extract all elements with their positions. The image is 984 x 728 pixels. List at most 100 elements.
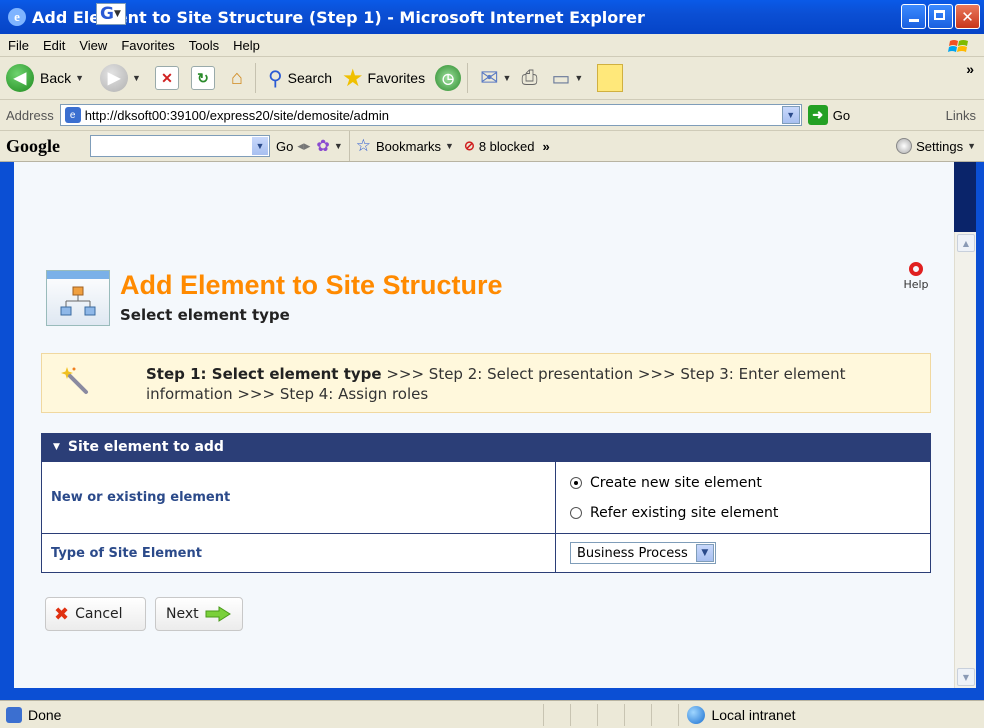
chevron-down-icon: ▼ [502,73,512,83]
radio-create-new[interactable]: Create new site element [570,468,929,498]
minimize-button[interactable] [901,4,926,29]
google-search-input[interactable]: ▼ [90,135,270,157]
back-label: Back [40,70,72,86]
menu-help[interactable]: Help [226,38,267,53]
site-structure-icon [46,270,110,326]
element-form: New or existing element Create new site … [41,461,931,573]
menu-bar: File Edit View Favorites Tools Help [0,34,984,57]
window-frame-left [0,162,14,688]
menu-tools[interactable]: Tools [182,38,226,53]
address-bar: Address e http://dksoft00:39100/express2… [0,100,984,131]
settings-icon [896,138,913,154]
links-button[interactable]: Links [946,108,976,123]
maximize-button[interactable] [928,4,953,29]
radio-button[interactable] [570,506,582,519]
history-icon[interactable]: ◷ [435,65,462,91]
menu-favorites[interactable]: Favorites [114,38,181,53]
popup-blocker-icon: ⊘ [463,138,475,153]
page-title: Add Element to Site Structure [120,270,503,300]
address-url: http://dksoft00:39100/express20/site/dem… [84,107,389,123]
browser-window: e Add Element to Site Structure (Step 1)… [0,0,984,728]
cancel-button[interactable]: ✖ Cancel [45,597,146,631]
forward-button[interactable]: ▶ ▼ [100,64,141,92]
go-arrow-icon: ➜ [807,105,828,125]
windows-logo-icon [948,40,968,52]
close-icon: ✕ [961,7,974,26]
security-zone: Local intranet [711,706,796,723]
menu-file[interactable]: File [0,38,36,53]
google-search-dropdown-icon[interactable]: ▼ [252,137,268,155]
home-icon[interactable]: ⌂ [225,66,249,90]
chevron-down-icon[interactable]: ▼ [695,544,714,562]
popup-blocked-count[interactable]: 8 blocked [479,139,535,154]
close-button[interactable]: ✕ [955,4,980,29]
radio-button-selected[interactable] [570,476,582,489]
print-icon[interactable]: ⎙ [521,67,537,90]
search-button[interactable]: ⚲ Search [268,66,332,91]
standard-toolbar: ◀ Back ▼ ▶ ▼ ✕ ↻ ⌂ ⚲ Search ★ Favorites … [0,57,984,100]
wizard-steps-text: Step 1: Select element type >>> Step 2: … [146,364,916,404]
favorites-star-icon: ★ [341,64,364,92]
settings-button[interactable]: Settings ▼ [896,138,976,154]
stop-icon[interactable]: ✕ [154,66,179,90]
back-button[interactable]: ◀ Back ▼ [6,64,84,92]
mail-icon: ✉ [480,65,499,90]
radio-refer-existing-label: Refer existing site element [590,504,779,521]
go-label: Go [832,107,851,123]
help-button[interactable]: Help [898,262,934,291]
google-overflow-icon[interactable]: » [543,139,550,154]
maximize-icon [934,10,945,20]
go-button[interactable]: ➜ Go [807,105,851,125]
internet-explorer-icon: e [8,8,26,26]
magic-wand-icon [61,367,88,394]
toolbar-overflow-icon[interactable]: » [966,61,974,77]
mail-button[interactable]: ✉ ▼ [480,65,511,91]
panel-header[interactable]: ▼ Site element to add [41,433,931,461]
address-input[interactable]: e http://dksoft00:39100/express20/site/d… [59,104,802,126]
scroll-down-icon[interactable]: ▼ [957,668,975,686]
edit-button[interactable]: ▭ ▼ [551,66,583,91]
page-subtitle: Select element type [120,306,290,324]
google-g-icon[interactable]: G ▼ [96,3,126,25]
vertical-scrollbar[interactable]: ▲ ▼ [954,232,976,688]
status-bar: Done Local intranet [0,700,984,728]
page-icon: e [64,107,81,123]
element-type-select[interactable]: Business Process ▼ [570,542,716,564]
toolbar-separator [467,63,469,93]
search-icon: ⚲ [267,67,283,90]
new-or-existing-label: New or existing element [41,461,556,534]
chevron-down-icon: ▼ [333,141,343,151]
form-row: New or existing element Create new site … [41,461,931,534]
messenger-note-icon[interactable] [597,64,624,92]
address-dropdown-icon[interactable]: ▼ [781,106,800,124]
status-text: Done [28,706,62,723]
menu-view[interactable]: View [72,38,114,53]
scroll-up-icon[interactable]: ▲ [957,234,975,252]
collapse-triangle-icon: ▼ [53,442,60,452]
window-frame-bottom [0,688,984,700]
type-of-site-element-cell: Business Process ▼ [555,533,931,573]
radio-create-new-label: Create new site element [590,474,762,491]
cancel-label: Cancel [75,606,123,622]
google-go-button[interactable]: Go [276,139,293,154]
new-or-existing-options: Create new site element Refer existing s… [555,461,931,534]
bookmarks-star-icon: ☆ [355,136,371,155]
help-lifebuoy-icon [909,262,923,276]
site-element-panel: ▼ Site element to add New or existing el… [41,433,931,573]
radio-refer-existing[interactable]: Refer existing site element [570,498,929,528]
favorites-button[interactable]: ★ Favorites [342,64,425,93]
menu-edit[interactable]: Edit [36,38,72,53]
favorites-label: Favorites [367,70,426,86]
page-done-icon [6,706,22,723]
panel-heading: Site element to add [67,439,224,455]
google-news-icon[interactable]: ✿ [316,136,329,156]
wizard-steps: Step 1: Select element type >>> Step 2: … [41,353,931,413]
window-frame-right [976,162,984,688]
bookmarks-button[interactable]: Bookmarks [376,139,441,154]
google-logo: Google [6,135,60,156]
chevron-down-icon: ▼ [967,141,976,151]
edit-icon: ▭ [551,67,571,90]
refresh-icon[interactable]: ↻ [190,66,215,90]
google-toolbar: Google ▼ Go ◂▸ ✿ ▼ ☆ Bookmarks ▼ ⊘ 8 blo… [0,131,984,162]
next-button[interactable]: Next [155,597,243,631]
